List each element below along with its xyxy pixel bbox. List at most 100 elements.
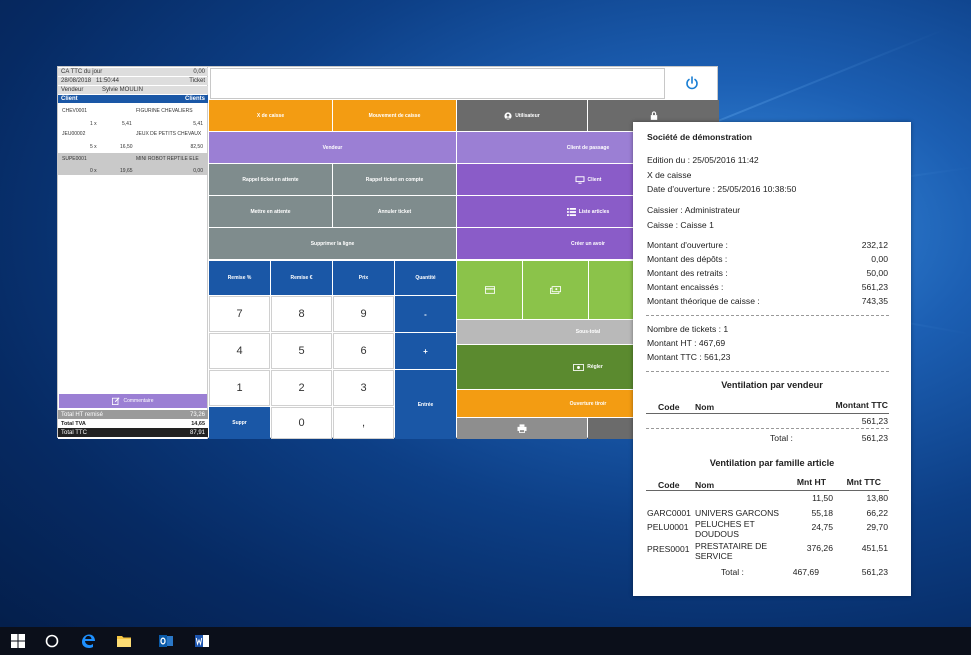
annuler-ticket-button[interactable]: Annuler ticket <box>333 196 456 227</box>
edge-browser-icon[interactable] <box>80 633 96 649</box>
ticket-line-selected[interactable]: SUPE0001 MINI ROBOT REPTILE ELE 0 x 19,6… <box>58 153 208 175</box>
supprimer-ligne-label: Supprimer la ligne <box>310 240 355 247</box>
col-mnt-ttc: Mnt TTC <box>846 477 881 487</box>
quantite-label: Quantité <box>415 275 436 281</box>
print-button[interactable] <box>457 418 587 439</box>
word-icon[interactable] <box>194 633 210 649</box>
prix-button[interactable]: Prix <box>333 261 394 295</box>
money-icon <box>573 363 585 371</box>
mettre-attente-label: Mettre en attente <box>250 208 291 215</box>
file-explorer-icon[interactable] <box>116 633 132 649</box>
utilisateur-label: Utilisateur <box>515 112 540 119</box>
total-ttc-row: Total TTC 87,91 <box>58 428 208 437</box>
line-unit: 19,65 <box>120 168 133 174</box>
ouverture-tiroir-label: Ouverture tiroir <box>569 400 607 407</box>
cash-payment-button[interactable] <box>523 261 588 319</box>
divider <box>646 490 889 491</box>
amount-label: Montant des retraits : <box>647 268 728 278</box>
key-2[interactable]: 2 <box>271 370 332 406</box>
col-nom: Nom <box>695 402 715 412</box>
lock-icon <box>650 111 657 120</box>
suppr-button[interactable]: Suppr <box>209 407 270 439</box>
ticket-count: Nombre de tickets : 1 <box>647 324 729 334</box>
line-name: JEUX DE PETITS CHEVAUX <box>136 131 202 137</box>
key-1[interactable]: 1 <box>209 370 270 406</box>
power-icon[interactable] <box>684 75 700 91</box>
minus-button[interactable]: - <box>395 296 456 332</box>
famille-section-title: Ventilation par famille article <box>709 458 835 468</box>
line-qty: 0 x <box>90 168 97 174</box>
key-6[interactable]: 6 <box>333 333 394 369</box>
famille-code: PRES0001 <box>647 544 690 554</box>
ticket-time: 11:50:44 <box>96 78 119 84</box>
total-tva-label: Total TVA <box>61 420 86 427</box>
line-name: MINI ROBOT REPTILE ELE <box>136 156 199 162</box>
plus-label: + <box>423 346 428 356</box>
mettre-attente-button[interactable]: Mettre en attente <box>209 196 332 227</box>
utilisateur-button[interactable]: Utilisateur <box>457 100 587 131</box>
line-unit: 5,41 <box>122 121 132 127</box>
key-7[interactable]: 7 <box>209 296 270 332</box>
ticket-panel: CA TTC du jour 0,00 28/08/2018 11:50:44 … <box>58 67 208 439</box>
entree-button[interactable]: Entrée <box>395 370 456 439</box>
vendeur-label: Vendeur <box>322 144 343 151</box>
quantite-button[interactable]: Quantité <box>395 261 456 295</box>
windows-start-icon[interactable] <box>10 633 26 649</box>
line-qty: 5 x <box>90 144 97 150</box>
famille-ht: 11,50 <box>812 493 833 503</box>
key-5[interactable]: 5 <box>271 333 332 369</box>
suppr-label: Suppr <box>232 420 247 426</box>
vendor-label: Vendeur <box>61 87 84 93</box>
prix-label: Prix <box>358 275 369 281</box>
col-nom: Nom <box>695 480 715 490</box>
company-name: Société de démonstration <box>647 132 753 142</box>
key-9[interactable]: 9 <box>333 296 394 332</box>
line-qty: 1 x <box>90 121 97 127</box>
key-8[interactable]: 8 <box>271 296 332 332</box>
remise-eur-label: Remise € <box>290 275 313 281</box>
plus-button[interactable]: + <box>395 333 456 369</box>
ticket-line[interactable]: CHEV0001 FIGURINE CHEVALIERS 1 x 5,41 5,… <box>58 105 208 128</box>
mouvement-caisse-button[interactable]: Mouvement de caisse <box>333 100 456 131</box>
famille-total-label: Total : <box>721 567 744 577</box>
card-payment-button[interactable] <box>457 261 522 319</box>
printer-icon <box>517 424 527 433</box>
minus-label: - <box>424 309 427 319</box>
famille-code: PELU0001 <box>647 522 689 532</box>
x-caisse-button[interactable]: X de caisse <box>209 100 332 131</box>
amount-value: 232,12 <box>861 240 888 250</box>
remise-eur-button[interactable]: Remise € <box>271 261 332 295</box>
line-total: 82,50 <box>190 144 203 150</box>
vendeur-button[interactable]: Vendeur <box>209 132 456 163</box>
clients-link[interactable]: Clients <box>185 96 205 102</box>
search-input[interactable] <box>210 68 665 99</box>
famille-total-ht: 467,69 <box>792 567 819 577</box>
rappel-attente-button[interactable]: Rappel ticket en attente <box>209 164 332 195</box>
edit-icon <box>112 397 121 405</box>
outlook-icon[interactable] <box>158 633 174 649</box>
edition-date: Edition du : 25/05/2016 11:42 <box>647 155 759 165</box>
remise-pct-button[interactable]: Remise % <box>209 261 270 295</box>
comment-button[interactable]: Commentaire <box>59 394 207 408</box>
supprimer-ligne-button[interactable]: Supprimer la ligne <box>209 228 456 259</box>
creer-avoir-label: Créer un avoir <box>571 240 605 247</box>
regler-label: Régler <box>587 364 603 370</box>
famille-ht: 376,26 <box>806 543 833 553</box>
famille-ttc: 13,80 <box>866 493 888 503</box>
ticket-line[interactable]: JEU00002 JEUX DE PETITS CHEVAUX 5 x 16,5… <box>58 128 208 152</box>
montant-ttc: Montant TTC : 561,23 <box>647 352 731 362</box>
key-comma[interactable]: , <box>333 407 394 439</box>
key-4[interactable]: 4 <box>209 333 270 369</box>
key-0[interactable]: 0 <box>271 407 332 439</box>
user-icon <box>504 111 512 120</box>
liste-articles-label: Liste articles <box>578 208 610 215</box>
rappel-compte-button[interactable]: Rappel ticket en compte <box>333 164 456 195</box>
famille-code: GARC0001 <box>647 508 691 518</box>
line-code: CHEV0001 <box>62 108 88 114</box>
key-3[interactable]: 3 <box>333 370 394 406</box>
ticket-date: 28/08/2018 <box>61 78 92 84</box>
search-circle-icon[interactable] <box>44 633 60 649</box>
vendor-row: Vendeur Sylvie MOULIN <box>58 86 208 94</box>
line-total: 0,00 <box>193 168 203 174</box>
remise-pct-label: Remise % <box>227 275 252 281</box>
